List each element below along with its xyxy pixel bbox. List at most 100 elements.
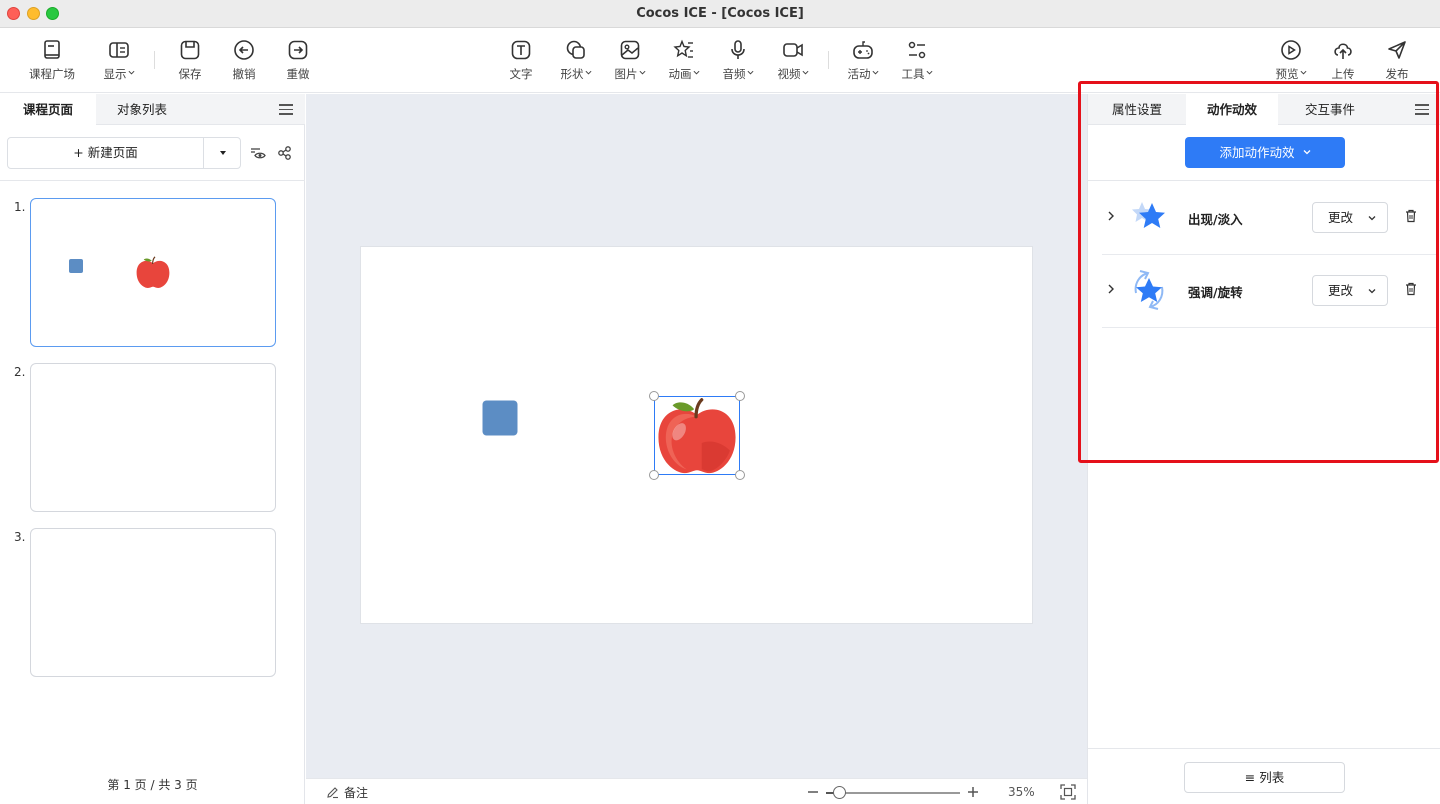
tab-object-list[interactable]: 对象列表	[96, 94, 188, 125]
chevron-down-icon	[128, 70, 134, 75]
animation-tool-button[interactable]: 动画	[656, 39, 712, 87]
tab-animations[interactable]: 动作动效	[1186, 94, 1278, 126]
chevron-down-icon	[747, 70, 753, 75]
selection-box	[654, 396, 740, 475]
publish-label: 发布	[1385, 67, 1409, 81]
apple-image[interactable]	[649, 391, 745, 480]
list-button[interactable]: ≡ 列表	[1184, 762, 1345, 793]
page-count: 第 1 页 / 共 3 页	[107, 778, 198, 792]
page-thumbnail-3[interactable]	[30, 528, 276, 677]
divider	[0, 180, 305, 181]
visibility-icon[interactable]	[250, 145, 266, 161]
image-tool-button[interactable]: 图片	[602, 39, 658, 87]
page-number: 3.	[14, 530, 26, 544]
resize-handle[interactable]	[735, 470, 745, 480]
animation-item[interactable]: 强调/旋转 更改	[1088, 255, 1440, 327]
shape-tool-label: 形状	[560, 67, 584, 81]
left-panel-menu-icon[interactable]	[279, 104, 293, 116]
zoom-level: 35%	[1008, 785, 1035, 799]
chevron-down-icon	[1300, 70, 1306, 75]
course-square-label: 课程广场	[29, 67, 75, 81]
zoom-slider[interactable]	[826, 786, 960, 799]
canvas-status-bar: 备注 35%	[306, 778, 1087, 804]
preview-button[interactable]: 预览	[1263, 39, 1319, 87]
right-panel-menu-icon[interactable]	[1415, 104, 1429, 116]
chevron-right-icon[interactable]	[1106, 283, 1116, 295]
page-thumbnail-2[interactable]	[30, 363, 276, 512]
display-button[interactable]: 显示	[91, 39, 147, 87]
title-bar: Cocos ICE - [Cocos ICE]	[0, 0, 1440, 28]
audio-tool-button[interactable]: 音频	[710, 39, 766, 87]
square-shape-thumbnail	[69, 259, 83, 273]
shape-tool-button[interactable]: 形状	[548, 39, 604, 87]
slide-stage[interactable]	[360, 246, 1033, 624]
redo-button[interactable]: 重做	[270, 39, 326, 87]
page-number: 1.	[14, 200, 26, 214]
course-square-button[interactable]: 课程广场	[24, 39, 80, 87]
undo-label: 撤销	[232, 67, 256, 81]
right-panel: 属性设置 动作动效 交互事件 添加动作动效 出现/淡入 更改 强调/旋转 更改 …	[1087, 94, 1440, 804]
redo-label: 重做	[286, 67, 310, 81]
chevron-down-icon	[926, 70, 932, 75]
share-nodes-icon[interactable]	[277, 145, 293, 161]
redo-icon	[288, 40, 308, 60]
video-tool-button[interactable]: 视频	[765, 39, 821, 87]
right-panel-tabs: 属性设置 动作动效 交互事件	[1088, 94, 1440, 126]
left-panel: 课程页面 对象列表 + 新建页面 1. 2. 3. 第 1 页 / 共 3 页	[0, 94, 305, 804]
save-icon	[180, 40, 200, 60]
chevron-down-icon	[585, 70, 591, 75]
text-tool-button[interactable]: 文字	[493, 39, 549, 87]
book-icon	[44, 40, 60, 59]
gamepad-icon	[853, 41, 873, 59]
new-page-button[interactable]: + 新建页面	[8, 138, 204, 168]
tab-interaction-events[interactable]: 交互事件	[1280, 94, 1380, 125]
notes-button[interactable]: 备注	[326, 784, 368, 801]
trash-icon[interactable]	[1405, 282, 1417, 296]
tools-menu-button[interactable]: 工具	[889, 39, 945, 87]
main-toolbar: 课程广场 显示 保存 撤销 重做 文字 形状 图片 动画 音频 视频 活动 工具…	[0, 29, 1440, 93]
send-icon	[1388, 41, 1406, 59]
layout-icon	[109, 42, 129, 58]
chevron-right-icon[interactable]	[1106, 210, 1116, 222]
publish-button[interactable]: 发布	[1369, 39, 1425, 87]
change-label: 更改	[1328, 210, 1354, 225]
undo-button[interactable]: 撤销	[216, 39, 272, 87]
resize-handle[interactable]	[649, 470, 659, 480]
divider	[1088, 748, 1440, 749]
change-animation-button[interactable]: 更改	[1312, 275, 1388, 306]
upload-button[interactable]: 上传	[1315, 39, 1371, 87]
star-rotate-icon	[1134, 270, 1164, 310]
audio-tool-label: 音频	[722, 67, 746, 81]
zoom-slider-knob[interactable]	[833, 786, 846, 799]
change-animation-button[interactable]: 更改	[1312, 202, 1388, 233]
fit-screen-icon[interactable]	[1060, 784, 1076, 800]
save-button[interactable]: 保存	[162, 39, 218, 87]
add-animation-button[interactable]: 添加动作动效	[1185, 137, 1345, 168]
toolbar-divider	[828, 51, 829, 69]
chevron-down-icon	[872, 70, 878, 75]
new-page-dropdown-button[interactable]	[205, 138, 241, 168]
canvas-area	[306, 94, 1087, 778]
star-fade-in-icon	[1132, 202, 1165, 228]
activity-tool-button[interactable]: 活动	[835, 39, 891, 87]
new-page-split-button: + 新建页面	[7, 137, 241, 169]
tab-course-pages[interactable]: 课程页面	[0, 94, 96, 126]
animation-item[interactable]: 出现/淡入 更改	[1088, 182, 1440, 254]
toolbar-divider	[154, 51, 155, 69]
tools-menu-label: 工具	[901, 67, 925, 81]
upload-label: 上传	[1331, 67, 1355, 81]
divider	[1102, 327, 1438, 328]
undo-icon	[234, 40, 254, 60]
trash-icon[interactable]	[1405, 209, 1417, 223]
zoom-in-icon[interactable]	[966, 785, 980, 799]
resize-handle[interactable]	[735, 391, 745, 401]
tab-properties[interactable]: 属性设置	[1088, 94, 1186, 125]
page-thumbnail-1[interactable]	[30, 198, 276, 347]
tools-icon	[908, 41, 926, 59]
resize-handle[interactable]	[649, 391, 659, 401]
video-tool-label: 视频	[777, 67, 801, 81]
zoom-out-icon[interactable]	[806, 785, 820, 799]
square-shape[interactable]	[482, 400, 518, 436]
chevron-down-icon	[802, 70, 808, 75]
chevron-down-icon	[639, 70, 645, 75]
